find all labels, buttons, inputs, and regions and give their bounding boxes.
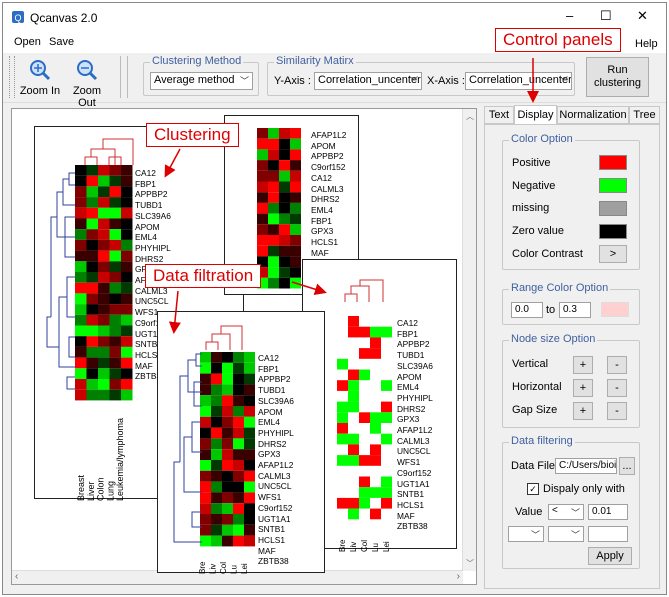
gap-size-label: Gap Size bbox=[512, 404, 558, 416]
tab-normalization[interactable]: Normalization bbox=[557, 106, 629, 124]
color-option-legend: Color Option bbox=[509, 133, 575, 145]
title-bar: Q Qcanvas 2.0 – ☐ ✕ bbox=[3, 3, 666, 31]
missing-color-swatch[interactable] bbox=[599, 201, 627, 216]
zoom-out-icon bbox=[77, 60, 98, 81]
color-option-group: Color Option Positive Negative missing Z… bbox=[502, 133, 640, 270]
heatmap-canvas[interactable]: ︿ ﹀ ‹ › CA12 FBP1 APPBP2 TUBD1 SLC39A6 A… bbox=[11, 108, 477, 585]
chevron-down-icon: ﹀ bbox=[408, 76, 418, 86]
display-only-label: Dispaly only with bbox=[543, 483, 625, 495]
data-filtering-group: Data filtering Data File: C:/Users/bioir… bbox=[502, 435, 640, 569]
zoom-out-label: Zoom Out bbox=[72, 85, 102, 109]
y-axis-select[interactable]: Correlation_uncenter ﹀ bbox=[314, 72, 422, 90]
y-axis-label: Y-Axis : bbox=[274, 75, 311, 87]
toolbar-grip bbox=[9, 56, 15, 98]
apply-button[interactable]: Apply bbox=[588, 547, 632, 565]
clustering-method-select[interactable]: Average method ﹀ bbox=[150, 72, 253, 90]
tab-tree[interactable]: Tree bbox=[629, 106, 660, 124]
positive-color-swatch[interactable] bbox=[599, 155, 627, 170]
chevron-down-icon: ﹀ bbox=[570, 508, 580, 518]
menu-help[interactable]: Help bbox=[635, 38, 658, 50]
range-color-swatch[interactable] bbox=[601, 302, 629, 317]
close-button[interactable]: ✕ bbox=[637, 8, 648, 24]
control-panel: Text Display Normalization Tree Color Op… bbox=[484, 105, 660, 589]
x-axis-value: Correlation_uncenter bbox=[469, 74, 572, 86]
svg-text:Q: Q bbox=[15, 13, 22, 23]
toolbar: Zoom In Zoom Out Clustering Method Avera… bbox=[3, 53, 666, 109]
extra-input[interactable] bbox=[588, 526, 628, 542]
vertical-label: Vertical bbox=[512, 358, 549, 370]
callout-control-panels: Control panels bbox=[495, 28, 621, 52]
toolbar-separator bbox=[120, 56, 128, 98]
range-to-input[interactable]: 0.3 bbox=[559, 302, 591, 318]
zoom-in-label: Zoom In bbox=[19, 85, 61, 97]
callout-arrows bbox=[164, 148, 327, 334]
data-file-label: Data File: bbox=[511, 460, 559, 472]
range-from-input[interactable]: 0.0 bbox=[511, 302, 543, 318]
minimize-button[interactable]: – bbox=[566, 8, 573, 23]
x-axis-select[interactable]: Correlation_uncenter ﹀ bbox=[465, 72, 572, 90]
color-contrast-button[interactable]: > bbox=[599, 245, 627, 263]
vertical-minus-button[interactable]: - bbox=[607, 356, 627, 374]
horizontal-label: Horizontal bbox=[512, 381, 562, 393]
app-window: Q Qcanvas 2.0 – ☐ ✕ Open Save Help Zoom … bbox=[2, 2, 667, 595]
vertical-plus-button[interactable]: + bbox=[573, 356, 593, 374]
zoom-out-button[interactable]: Zoom Out bbox=[63, 59, 111, 109]
browse-button[interactable]: ... bbox=[619, 457, 635, 475]
range-to-label: to bbox=[546, 304, 556, 316]
menu-open[interactable]: Open bbox=[14, 36, 41, 48]
range-color-legend: Range Color Option bbox=[509, 282, 611, 294]
zoom-in-icon bbox=[30, 60, 51, 81]
extra-select-2[interactable]: ﹀ bbox=[548, 526, 584, 542]
extra-select-1[interactable]: ﹀ bbox=[508, 526, 544, 542]
range-color-group: Range Color Option 0.0 to 0.3 bbox=[502, 282, 640, 325]
horizontal-plus-button[interactable]: + bbox=[573, 379, 593, 397]
clustering-method-group: Clustering Method Average method ﹀ bbox=[143, 55, 259, 96]
app-icon: Q bbox=[12, 11, 24, 23]
similarity-matrix-legend: Similarity Matirx bbox=[274, 55, 356, 67]
operator-value: < bbox=[552, 505, 558, 516]
negative-color-swatch[interactable] bbox=[599, 178, 627, 193]
gap-minus-button[interactable]: - bbox=[607, 402, 627, 420]
x-axis-label: X-Axis : bbox=[427, 75, 465, 87]
negative-label: Negative bbox=[512, 180, 556, 192]
data-filtering-legend: Data filtering bbox=[509, 435, 575, 447]
window-title: Qcanvas 2.0 bbox=[30, 11, 98, 25]
positive-label: Positive bbox=[512, 157, 551, 169]
data-file-input[interactable]: C:/Users/bioir bbox=[555, 458, 617, 474]
display-tab-content: Color Option Positive Negative missing Z… bbox=[484, 124, 660, 589]
chevron-down-icon: ﹀ bbox=[239, 76, 249, 86]
chevron-down-icon: ﹀ bbox=[530, 530, 540, 540]
y-axis-value: Correlation_uncenter bbox=[318, 74, 421, 86]
tab-text[interactable]: Text bbox=[484, 106, 514, 124]
chevron-down-icon: ﹀ bbox=[570, 530, 580, 540]
tab-display[interactable]: Display bbox=[514, 105, 557, 125]
gap-plus-button[interactable]: + bbox=[573, 402, 593, 420]
horizontal-minus-button[interactable]: - bbox=[607, 379, 627, 397]
clustering-method-legend: Clustering Method bbox=[150, 55, 244, 67]
value-label: Value bbox=[515, 506, 543, 518]
menu-save[interactable]: Save bbox=[49, 36, 74, 48]
node-size-legend: Node size Option bbox=[509, 333, 598, 345]
display-only-checkbox[interactable]: ✓ bbox=[527, 483, 539, 495]
node-size-group: Node size Option Vertical + - Horizontal… bbox=[502, 333, 640, 428]
zero-value-label: Zero value bbox=[512, 225, 564, 237]
run-clustering-button[interactable]: Run clustering bbox=[586, 57, 649, 97]
missing-label: missing bbox=[512, 202, 550, 214]
maximize-button[interactable]: ☐ bbox=[600, 8, 612, 24]
chevron-down-icon: ﹀ bbox=[558, 76, 568, 86]
operator-select[interactable]: < ﹀ bbox=[548, 504, 584, 520]
threshold-input[interactable]: 0.01 bbox=[588, 504, 628, 520]
zero-color-swatch[interactable] bbox=[599, 224, 627, 239]
clustering-method-value: Average method bbox=[154, 74, 235, 86]
color-contrast-label: Color Contrast bbox=[512, 248, 583, 260]
zoom-in-button[interactable]: Zoom In bbox=[18, 59, 62, 101]
control-panel-arrow bbox=[527, 58, 539, 103]
